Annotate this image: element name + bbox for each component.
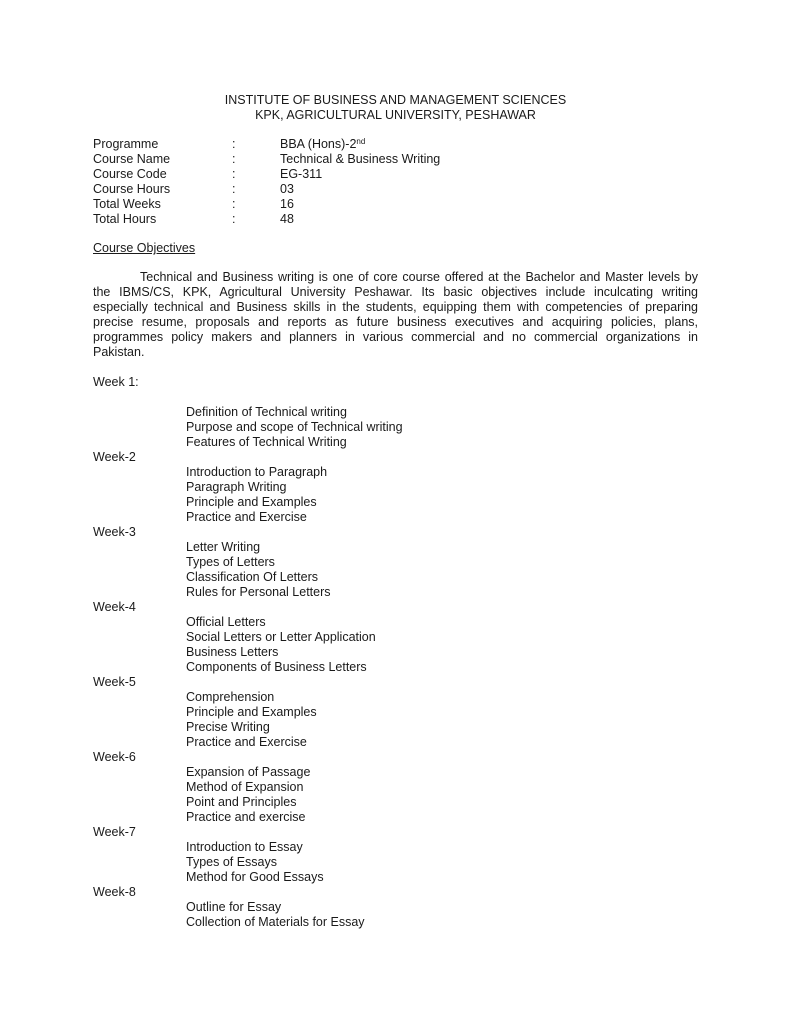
week-label: Week-6 (93, 750, 136, 764)
week-label: Week-5 (93, 675, 136, 689)
week-topic: Outline for Essay (186, 900, 282, 914)
course-info-value: 03 (280, 182, 294, 197)
week-topic: Rules for Personal Letters (186, 585, 331, 599)
week-topic: Types of Essays (186, 855, 278, 869)
course-info-value-text: BBA (Hons)-2 (280, 137, 357, 151)
week-topic: Official Letters (186, 615, 266, 629)
week-label: Week 1: (93, 375, 139, 389)
week-section: Week-3 Letter Writing Types of Letters Clas… (93, 525, 713, 600)
week-topic: Business Letters (186, 645, 279, 659)
course-info-label: Total Weeks (93, 197, 161, 211)
week-section: Week-6 Expansion of Passage Method of Expa… (93, 750, 713, 825)
week-topic: Introduction to Paragraph (186, 465, 328, 479)
course-info-value-text: EG-311 (280, 167, 323, 181)
course-info-value: EG-311 (280, 167, 322, 182)
week-topic: Letter Writing (186, 540, 261, 554)
week-section: Week-8 Outline for Essay Collection of Mat… (93, 885, 713, 930)
course-info-value: Technical & Business Writing (280, 152, 440, 167)
week-section: Week-4 Official Letters Social Letters or … (93, 600, 713, 675)
university-name: KPK, AGRICULTURAL UNIVERSITY, PESHAWAR (255, 108, 536, 122)
week-topic: Method for Good Essays (186, 870, 324, 884)
week-topic: Practice and exercise (186, 810, 306, 824)
week-section: Week 1: Definition of Technical writing Pu… (93, 375, 713, 450)
course-info-separator: : (232, 182, 236, 196)
course-info-separator: : (232, 167, 236, 181)
week-topic: Practice and Exercise (186, 735, 307, 749)
week-section: Week-2 Introduction to Paragraph Paragraph… (93, 450, 713, 525)
week-label: Week-2 (93, 450, 136, 464)
course-info-separator: : (232, 212, 236, 226)
course-info-value-text: 48 (280, 212, 294, 226)
week-topic: Definition of Technical writing (186, 405, 347, 419)
course-info-value-text: 03 (280, 182, 294, 196)
week-topic: Point and Principles (186, 795, 297, 809)
week-topic: Components of Business Letters (186, 660, 367, 674)
course-info-label: Course Hours (93, 182, 171, 196)
ordinal-suffix: nd (356, 137, 366, 146)
week-topic: Principle and Examples (186, 495, 317, 509)
week-topic: Precise Writing (186, 720, 270, 734)
course-info-value: 16 (280, 197, 294, 212)
week-topic: Paragraph Writing (186, 480, 287, 494)
week-section: Week-5 Comprehension Principle and Example… (93, 675, 713, 750)
week-label: Week-7 (93, 825, 136, 839)
course-info-value-text: Technical & Business Writing (280, 152, 441, 166)
week-label: Week-8 (93, 885, 136, 899)
course-info-separator: : (232, 197, 236, 211)
week-topic: Practice and Exercise (186, 510, 307, 524)
course-info-label: Course Code (93, 167, 167, 181)
week-section: Week-7 Introduction to Essay Types of Essa… (93, 825, 713, 885)
course-info-value-text: 16 (280, 197, 294, 211)
objectives-paragraph: Technical and Business writing is one of… (93, 270, 698, 359)
week-topic: Classification Of Letters (186, 570, 318, 584)
institute-name: INSTITUTE OF BUSINESS AND MANAGEMENT SCI… (224, 93, 567, 107)
week-label: Week-3 (93, 525, 136, 539)
document-header: INSTITUTE OF BUSINESS AND MANAGEMENT SCI… (0, 93, 791, 123)
week-topic: Collection of Materials for Essay (186, 915, 365, 929)
weekly-schedule: Week 1: Definition of Technical writing Pu… (93, 375, 713, 930)
week-topic: Features of Technical Writing (186, 435, 347, 449)
course-info-label: Total Hours (93, 212, 157, 226)
course-info-label: Course Name (93, 152, 171, 166)
week-topic: Purpose and scope of Technical writing (186, 420, 403, 434)
week-topic: Method of Expansion (186, 780, 304, 794)
week-topic: Types of Letters (186, 555, 275, 569)
week-topic: Principle and Examples (186, 705, 317, 719)
course-info-separator: : (232, 137, 236, 151)
week-topic: Expansion of Passage (186, 765, 311, 779)
course-info-value: 48 (280, 212, 294, 227)
week-label: Week-4 (93, 600, 136, 614)
week-topic: Comprehension (186, 690, 275, 704)
week-topic: Introduction to Essay (186, 840, 303, 854)
objectives-heading: Course Objectives (93, 241, 196, 255)
week-topic: Social Letters or Letter Application (186, 630, 376, 644)
course-info-label: Programme (93, 137, 159, 151)
course-info-value: BBA (Hons)-2nd (280, 137, 365, 152)
course-info-separator: : (232, 152, 236, 166)
